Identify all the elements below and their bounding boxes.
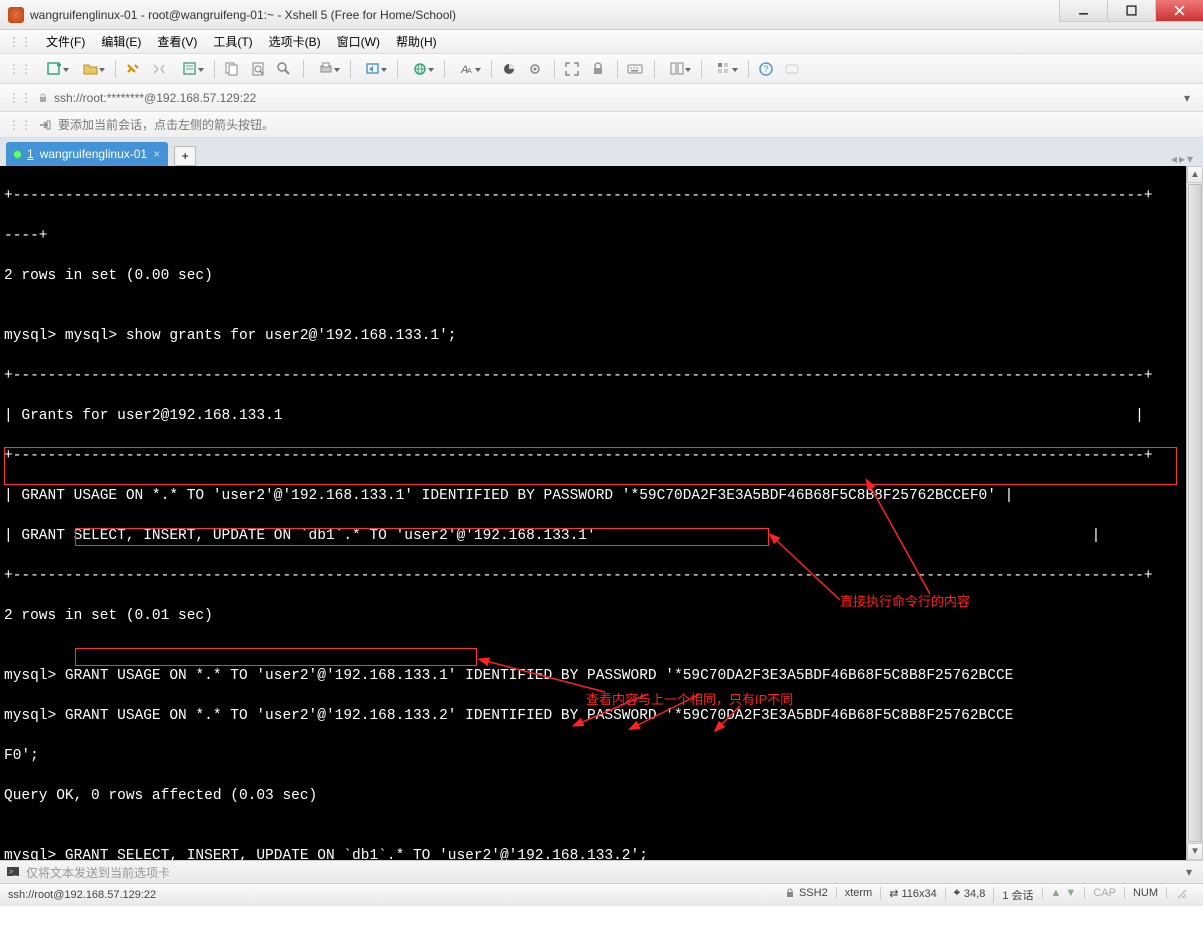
annotation-box-3 <box>75 648 477 666</box>
app-icon <box>8 7 24 23</box>
terminal-line: | GRANT USAGE ON *.* TO 'user2'@'192.168… <box>4 486 1199 506</box>
svg-text:>_: >_ <box>9 869 17 876</box>
web-button[interactable] <box>403 57 437 81</box>
send-bar: >_ 仅将文本发送到当前选项卡 ▾ <box>0 860 1203 884</box>
terminal-line: mysql> GRANT USAGE ON *.* TO 'user2'@'19… <box>4 706 1199 726</box>
terminal-output[interactable]: +---------------------------------------… <box>0 166 1203 860</box>
send-placeholder[interactable]: 仅将文本发送到当前选项卡 <box>26 864 170 881</box>
copy-button[interactable] <box>220 57 244 81</box>
lock-icon <box>38 93 48 103</box>
new-tab-button[interactable]: + <box>174 146 196 166</box>
scroll-down-button[interactable]: ▾ <box>1187 843 1203 860</box>
menu-view[interactable]: 查看(V) <box>151 30 203 53</box>
hint-bar: ⋮⋮ 要添加当前会话，点击左侧的箭头按钮。 <box>0 112 1203 138</box>
terminal-send-icon: >_ <box>6 865 20 879</box>
terminal-line: F0'; <box>4 746 1199 766</box>
close-button[interactable] <box>1155 0 1203 22</box>
terminal-line: Query OK, 0 rows affected (0.03 sec) <box>4 786 1199 806</box>
print-button[interactable] <box>309 57 343 81</box>
open-button[interactable] <box>74 57 108 81</box>
address-text[interactable]: ssh://root:********@192.168.57.129:22 <box>54 91 256 105</box>
status-term: xterm <box>836 887 881 899</box>
minimize-button[interactable] <box>1059 0 1107 22</box>
status-cursor-pos: ⌖ 34,8 <box>945 887 994 900</box>
status-num: NUM <box>1124 887 1166 899</box>
terminal-scrollbar[interactable]: ▴ ▾ <box>1186 166 1203 860</box>
highlight-button[interactable] <box>523 57 547 81</box>
address-bar: ⋮⋮ ssh://root:********@192.168.57.129:22… <box>0 84 1203 112</box>
keyboard-button[interactable] <box>623 57 647 81</box>
tab-number: 1 <box>27 147 34 161</box>
tab-close-icon[interactable]: × <box>153 147 160 161</box>
menu-help[interactable]: 帮助(H) <box>390 30 443 53</box>
colors-button[interactable] <box>497 57 521 81</box>
toolbar: ⋮⋮ AA ? <box>0 54 1203 84</box>
connected-led-icon <box>14 151 21 158</box>
status-connection: ssh://root@192.168.57.129:22 <box>8 884 164 906</box>
terminal-line: | Grants for user2@192.168.133.1 | <box>4 406 1199 426</box>
disconnect-button[interactable] <box>147 57 171 81</box>
terminal-line: +---------------------------------------… <box>4 566 1199 586</box>
terminal-line: mysql> GRANT SELECT, INSERT, UPDATE ON `… <box>4 846 1199 860</box>
terminal-line: mysql> mysql> show grants for user2@'192… <box>4 326 1199 346</box>
menu-edit[interactable]: 编辑(E) <box>95 30 147 53</box>
terminal-line: +---------------------------------------… <box>4 446 1199 466</box>
terminal-line: 2 rows in set (0.01 sec) <box>4 606 1199 626</box>
paste-button[interactable] <box>246 57 270 81</box>
terminal-line: ----+ <box>4 226 1199 246</box>
status-updown: ▲ ▼ <box>1042 887 1085 899</box>
svg-text:?: ? <box>764 64 769 74</box>
xftp-button[interactable] <box>356 57 390 81</box>
session-tab[interactable]: 1 wangruifenglinux-01 × <box>6 142 168 166</box>
window-titlebar: wangruifenglinux-01 - root@wangruifeng-0… <box>0 0 1203 30</box>
maximize-button[interactable] <box>1107 0 1155 22</box>
status-cap: CAP <box>1084 887 1124 899</box>
status-sessions: 1 会话 <box>993 887 1041 903</box>
arrow-hint-icon <box>38 118 52 132</box>
properties-button[interactable] <box>173 57 207 81</box>
menu-window[interactable]: 窗口(W) <box>331 30 386 53</box>
reconnect-button[interactable] <box>121 57 145 81</box>
help-button[interactable]: ? <box>754 57 778 81</box>
find-button[interactable] <box>272 57 296 81</box>
layout-button[interactable] <box>707 57 741 81</box>
fullscreen-button[interactable] <box>560 57 584 81</box>
terminal-line: +---------------------------------------… <box>4 366 1199 386</box>
terminal-line: +---------------------------------------… <box>4 186 1199 206</box>
resize-grip-icon[interactable] <box>1166 887 1195 899</box>
status-bar: ssh://root@192.168.57.129:22 SSH2 xterm … <box>0 884 1203 906</box>
hint-text: 要添加当前会话，点击左侧的箭头按钮。 <box>58 116 274 133</box>
menu-file[interactable]: 文件(F) <box>40 30 91 53</box>
status-size: ⇄ 116x34 <box>880 887 945 900</box>
tile-button[interactable] <box>660 57 694 81</box>
terminal-line: 2 rows in set (0.00 sec) <box>4 266 1199 286</box>
terminal-line: mysql> GRANT USAGE ON *.* TO 'user2'@'19… <box>4 666 1199 686</box>
new-session-button[interactable] <box>38 57 72 81</box>
font-button[interactable]: AA <box>450 57 484 81</box>
window-title: wangruifenglinux-01 - root@wangruifeng-0… <box>30 8 1059 22</box>
tab-bar: 1 wangruifenglinux-01 × + ◂ ▸ ▾ <box>0 138 1203 166</box>
tab-next-button[interactable]: ▸ <box>1179 152 1185 166</box>
menu-tools[interactable]: 工具(T) <box>207 30 258 53</box>
svg-text:A: A <box>467 68 472 75</box>
lock-button[interactable] <box>586 57 610 81</box>
send-dropdown[interactable]: ▾ <box>1181 865 1197 879</box>
tab-list-button[interactable]: ▾ <box>1187 152 1193 166</box>
menu-tabs[interactable]: 选项卡(B) <box>263 30 327 53</box>
about-button[interactable] <box>780 57 804 81</box>
scroll-up-button[interactable]: ▴ <box>1187 166 1203 183</box>
tab-label: wangruifenglinux-01 <box>40 147 147 161</box>
menu-bar: ⋮⋮ 文件(F) 编辑(E) 查看(V) 工具(T) 选项卡(B) 窗口(W) … <box>0 30 1203 54</box>
address-dropdown[interactable]: ▾ <box>1179 91 1195 105</box>
terminal-line: | GRANT SELECT, INSERT, UPDATE ON `db1`.… <box>4 526 1199 546</box>
scroll-thumb[interactable] <box>1188 184 1202 842</box>
status-protocol: SSH2 <box>785 887 836 899</box>
tab-prev-button[interactable]: ◂ <box>1171 152 1177 166</box>
